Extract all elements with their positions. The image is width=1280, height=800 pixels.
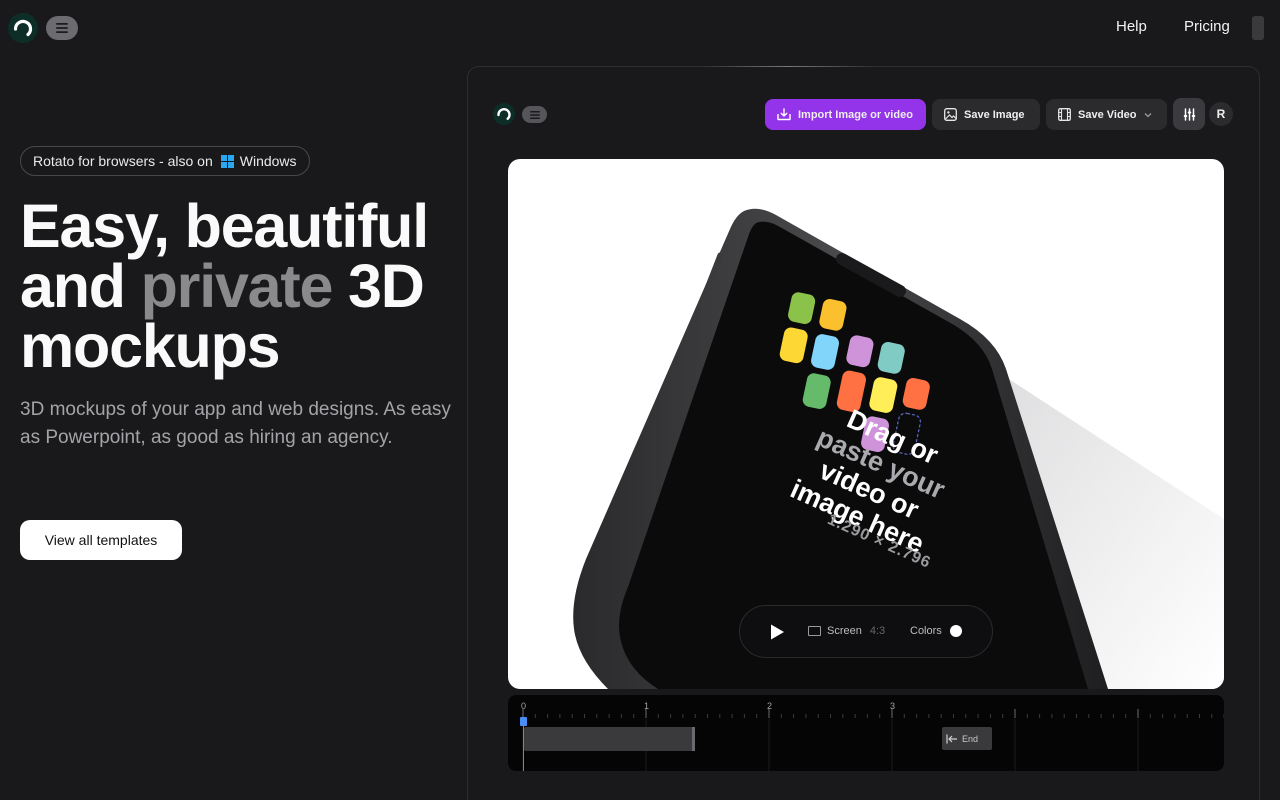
menu-button[interactable] [46,16,78,40]
title-3d: 3D [348,252,425,320]
rotato-logo[interactable] [8,13,38,43]
import-media-button[interactable]: Import Image or video [765,99,926,130]
image-icon [944,108,957,121]
tick-label-0: 0 [521,701,527,711]
windows-icon [220,154,234,168]
play-icon[interactable] [768,623,786,641]
adjustments-button[interactable] [1173,98,1205,130]
nav-help-link[interactable]: Help [1116,18,1147,35]
timeline-end-marker[interactable]: End [942,727,992,750]
screen-label: Screen [827,625,862,637]
title-and: and [20,252,126,320]
colors-label: Colors [910,625,942,637]
app-logo-icon [497,108,511,120]
timeline-clip[interactable] [524,727,695,751]
screen-ratio-control[interactable]: Screen 4:3 [808,625,885,637]
title-private: private [140,252,334,320]
save-video-button[interactable]: Save Video [1046,99,1167,130]
mockup-canvas[interactable]: Drag or paste your video or image here 1… [508,159,1224,689]
avatar[interactable]: R [1209,102,1233,126]
hero-subtitle: 3D mockups of your app and web designs. … [20,399,451,448]
view-templates-button[interactable]: View all templates [20,520,182,560]
colors-control[interactable]: Colors [910,625,962,637]
playhead[interactable] [520,717,527,726]
hero-title: Easy, beautiful and private 3D mockups [20,196,470,377]
top-nav: Help Pricing [0,0,1280,56]
import-label: Import Image or video [798,108,913,121]
save-image-label: Save Image [964,108,1025,121]
timeline[interactable]: 0 1 2 3 End [508,695,1224,771]
badge-text: Rotato for browsers - also on [33,153,213,169]
playback-bar: Screen 4:3 Colors [739,605,993,658]
save-video-label: Save Video [1078,108,1137,121]
film-icon [1058,108,1071,121]
tick-label-3: 3 [890,701,896,711]
app-hamburger-icon [529,110,540,119]
hamburger-icon [56,23,68,33]
nav-pricing-link[interactable]: Pricing [1184,18,1230,35]
color-swatch [949,625,962,637]
tick-label-2: 2 [767,701,773,711]
import-icon [777,108,791,121]
save-image-button[interactable]: Save Image [932,99,1040,130]
screen-ratio: 4:3 [869,625,886,637]
tick-label-1: 1 [644,701,650,711]
nav-account-button[interactable] [1252,16,1264,40]
panel-highlight [700,66,876,67]
title-line-1: Easy, beautiful [20,192,429,260]
arrow-left-icon [946,734,957,743]
clip-resize-handle[interactable] [692,727,695,751]
app-menu-button[interactable] [522,106,547,123]
logo-icon [13,19,33,37]
app-logo[interactable] [493,103,515,125]
platform-badge[interactable]: Rotato for browsers - also on Windows [20,146,310,176]
chevron-down-icon [1144,112,1151,117]
end-label: End [962,733,979,744]
playhead-line [523,721,524,771]
screen-icon [808,626,821,636]
badge-platform: Windows [239,153,297,169]
sliders-icon [1183,107,1195,121]
title-line-3: mockups [20,312,281,380]
